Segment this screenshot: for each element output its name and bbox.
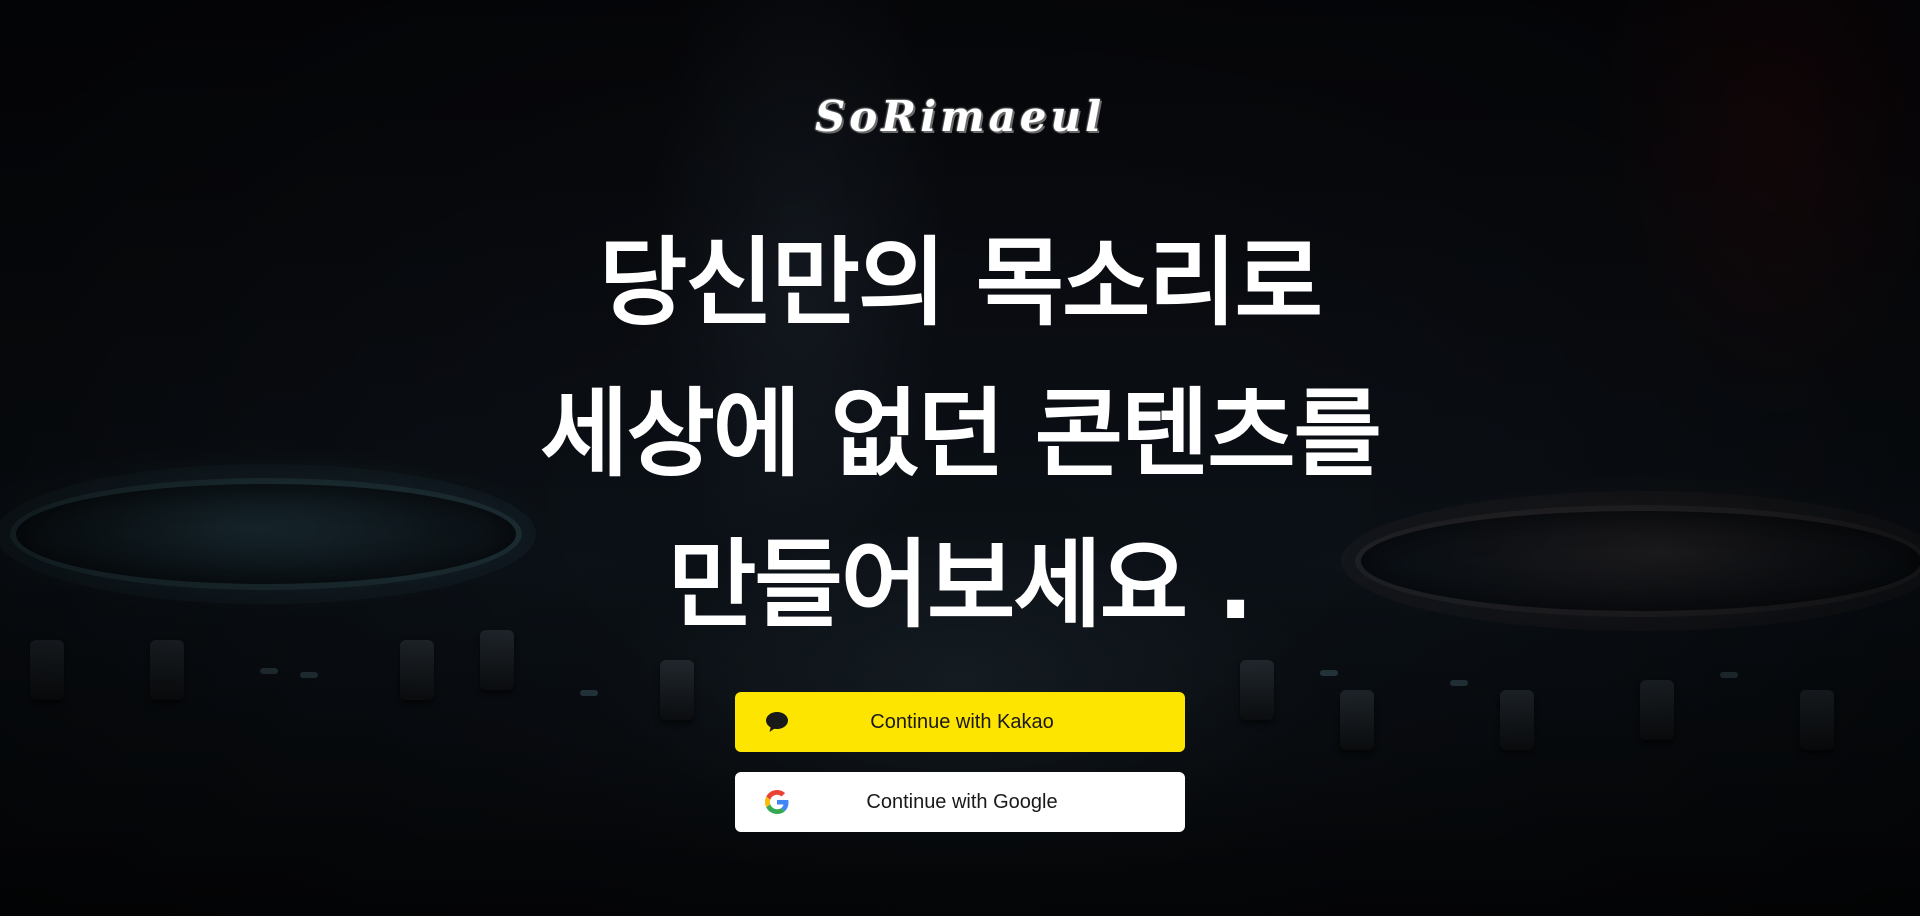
headline-line-3: 만들어보세요 .	[668, 529, 1254, 641]
google-login-button[interactable]: Continue with Google	[735, 772, 1185, 832]
headline-line-1: 당신만의 목소리로	[599, 227, 1323, 339]
hero-headline: 당신만의 목소리로 세상에 없던 콘텐츠를 만들어보세요 .	[0, 208, 1920, 661]
brand-logo: SoRimaeul	[814, 92, 1106, 141]
kakao-login-label: Continue with Kakao	[870, 710, 1054, 733]
kakao-speech-bubble-icon	[765, 710, 789, 734]
google-g-icon	[765, 790, 789, 814]
headline-line-2: 세상에 없던 콘텐츠를	[540, 378, 1382, 490]
google-login-label: Continue with Google	[866, 790, 1058, 813]
login-page: SoRimaeul 당신만의 목소리로 세상에 없던 콘텐츠를 만들어보세요 .…	[0, 0, 1920, 916]
kakao-login-button[interactable]: Continue with Kakao	[735, 692, 1185, 752]
